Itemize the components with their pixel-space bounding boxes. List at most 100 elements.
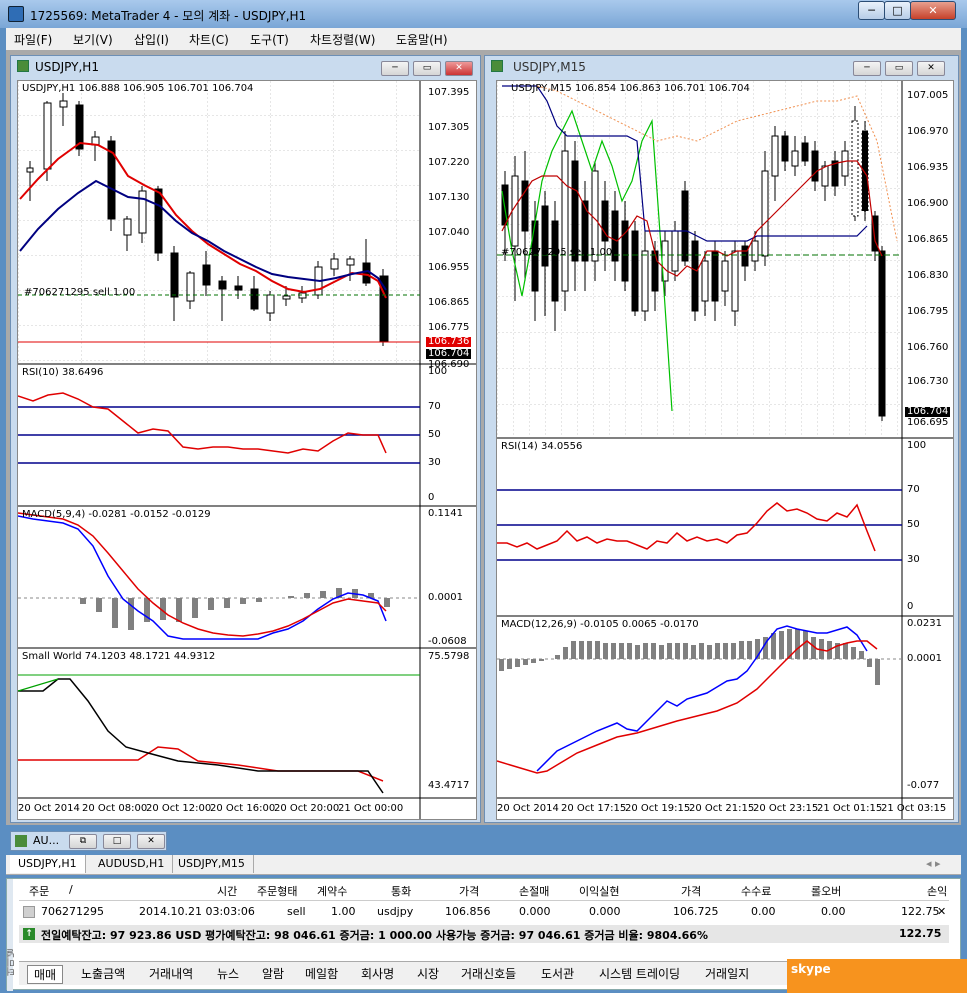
menu-chart[interactable]: 차트(C) — [189, 31, 229, 48]
rsi-tick: 0 — [907, 601, 914, 612]
rsi-tick: 50 — [428, 429, 441, 440]
tab-journal[interactable]: 거래일지 — [705, 965, 749, 982]
skype-notification[interactable]: skype — [787, 959, 967, 993]
chart-close-button[interactable]: ✕ — [917, 61, 945, 76]
col-tp[interactable]: 이익실현 — [579, 883, 619, 899]
cell-time: 2014.10.21 03:03:06 — [139, 905, 255, 918]
close-order-icon[interactable]: ✕ — [937, 905, 946, 918]
time-tick: 21 Oct 00:00 — [338, 803, 404, 814]
time-tick: 20 Oct 2014 — [18, 803, 80, 814]
chart-tab-usdjpy-m15[interactable]: USDJPY,M15 — [170, 855, 254, 873]
tab-alerts[interactable]: 알람 — [262, 965, 284, 982]
minimized-title: AU... — [33, 834, 60, 847]
col-order[interactable]: 주문 — [29, 883, 49, 899]
chart-restore-button[interactable]: ▭ — [413, 61, 441, 76]
chart-icon — [17, 60, 29, 72]
col-sort-icon: / — [69, 883, 73, 896]
menu-window[interactable]: 차트정렬(W) — [310, 31, 375, 48]
col-time[interactable]: 시간 — [217, 883, 237, 899]
rsi-tick: 100 — [907, 440, 927, 451]
close-button[interactable]: ✕ — [910, 1, 956, 20]
terminal-side-label: 터미널 — [7, 949, 17, 976]
cell-symbol: usdjpy — [377, 905, 414, 918]
chart-tab-audusd-h1[interactable]: AUDUSD,H1 — [90, 855, 174, 873]
rsi-label: RSI(14) 34.0556 — [501, 441, 583, 452]
col-swap[interactable]: 롤오버 — [811, 883, 841, 899]
tab-company[interactable]: 회사명 — [361, 965, 394, 982]
price-tick: 106.736 — [426, 336, 472, 347]
maximize-button[interactable]: □ — [103, 834, 131, 849]
chart-restore-button[interactable]: ▭ — [885, 61, 913, 76]
macd-tick: -0.077 — [907, 780, 940, 791]
tab-trade[interactable]: 매매 — [27, 965, 64, 984]
tab-scroll-arrows[interactable]: ◂ ▸ — [926, 857, 941, 870]
price-tick: 107.395 — [428, 87, 470, 98]
order-line-label: #706271295 sell 1.00 — [24, 287, 136, 298]
macd-tick: -0.0608 — [428, 636, 467, 647]
tab-mailbox[interactable]: 메일함 — [305, 965, 338, 982]
table-row[interactable]: 706271295 2014.10.21 03:03:06 sell 1.00 … — [19, 903, 949, 921]
chart-header: USDJPY,M15 106.854 106.863 106.701 106.7… — [511, 83, 750, 94]
chart-tab-usdjpy-h1[interactable]: USDJPY,H1 — [10, 855, 86, 873]
tab-exposure[interactable]: 노출금액 — [81, 965, 125, 982]
col-symbol[interactable]: 통화 — [391, 883, 411, 899]
chart-minimize-button[interactable]: ─ — [381, 61, 409, 76]
col-profit[interactable]: 손익 — [927, 883, 947, 899]
chart-close-button[interactable]: ✕ — [445, 61, 473, 76]
price-tick: 106.865 — [907, 234, 949, 245]
chart-window-titlebar: USDJPY,H1 ─ ▭ ✕ — [15, 59, 475, 79]
cell-type: sell — [287, 905, 306, 918]
time-tick: 21 Oct 03:15 — [881, 803, 947, 814]
restore-button[interactable]: ⧉ — [69, 834, 97, 849]
mdi-area: USDJPY,H1 ─ ▭ ✕ USDJPY,H1 106.888 106.90… — [6, 50, 961, 825]
col-commission[interactable]: 수수료 — [741, 883, 771, 899]
minimized-chart-window[interactable]: AU... ⧉ □ ✕ — [10, 831, 167, 851]
time-tick: 20 Oct 19:15 — [625, 803, 691, 814]
col-type[interactable]: 주문형태 — [257, 883, 297, 899]
chart-icon — [491, 60, 503, 72]
price-tick: 106.760 — [907, 342, 949, 353]
chart-minimize-button[interactable]: ─ — [853, 61, 881, 76]
tab-history[interactable]: 거래내역 — [149, 965, 193, 982]
account-summary: 전일예탁잔고: 97 923.86 USD 평가예탁잔고: 98 046.61 … — [41, 929, 708, 942]
rsi-tick: 100 — [428, 366, 448, 377]
tab-library[interactable]: 도서관 — [541, 965, 574, 982]
col-price[interactable]: 가격 — [459, 883, 479, 899]
col-price2[interactable]: 가격 — [681, 883, 701, 899]
close-button[interactable]: ✕ — [137, 834, 165, 849]
chart-plot[interactable]: USDJPY,M15 106.854 106.863 106.701 106.7… — [496, 80, 954, 820]
tab-experts[interactable]: 시스템 트레이딩 — [599, 965, 680, 982]
menu-tools[interactable]: 도구(T) — [250, 31, 289, 48]
macd-tick: 0.0231 — [907, 618, 942, 629]
price-tick: 106.955 — [428, 262, 470, 273]
menu-file[interactable]: 파일(F) — [14, 31, 52, 48]
chart-header: USDJPY,H1 106.888 106.905 106.701 106.70… — [22, 83, 254, 94]
rsi-tick: 0 — [428, 492, 435, 503]
rsi-tick: 50 — [907, 519, 920, 530]
small-world-label: Small World 74.1203 48.1721 44.9312 — [22, 651, 216, 662]
cell-swap: 0.00 — [821, 905, 846, 918]
minimize-button[interactable]: ─ — [858, 1, 885, 20]
macd-tick: 0.1141 — [428, 508, 463, 519]
price-tick: 106.795 — [907, 306, 949, 317]
tab-market[interactable]: 시장 — [417, 965, 439, 982]
rsi-tick: 70 — [907, 484, 920, 495]
tab-signals[interactable]: 거래신호들 — [461, 965, 516, 982]
cell-size: 1.00 — [331, 905, 356, 918]
menu-insert[interactable]: 삽입(I) — [134, 31, 169, 48]
col-sl[interactable]: 손절매 — [519, 883, 549, 899]
rsi-tick: 30 — [907, 554, 920, 565]
sw-tick: 43.4717 — [428, 780, 470, 791]
price-tick: 106.775 — [428, 322, 470, 333]
tab-news[interactable]: 뉴스 — [217, 965, 239, 982]
price-tick: 106.695 — [907, 417, 949, 428]
menu-help[interactable]: 도움말(H) — [396, 31, 448, 48]
col-size[interactable]: 계약수 — [317, 883, 347, 899]
chart-plot[interactable]: USDJPY,H1 106.888 106.905 106.701 106.70… — [17, 80, 477, 820]
menu-view[interactable]: 보기(V) — [73, 31, 113, 48]
chart-window-title: USDJPY,H1 — [35, 60, 99, 74]
maximize-button[interactable]: □ — [884, 1, 911, 20]
summary-total: 122.75 — [899, 927, 942, 940]
cell-commission: 0.00 — [751, 905, 776, 918]
current-price: 106.704 — [905, 406, 951, 417]
